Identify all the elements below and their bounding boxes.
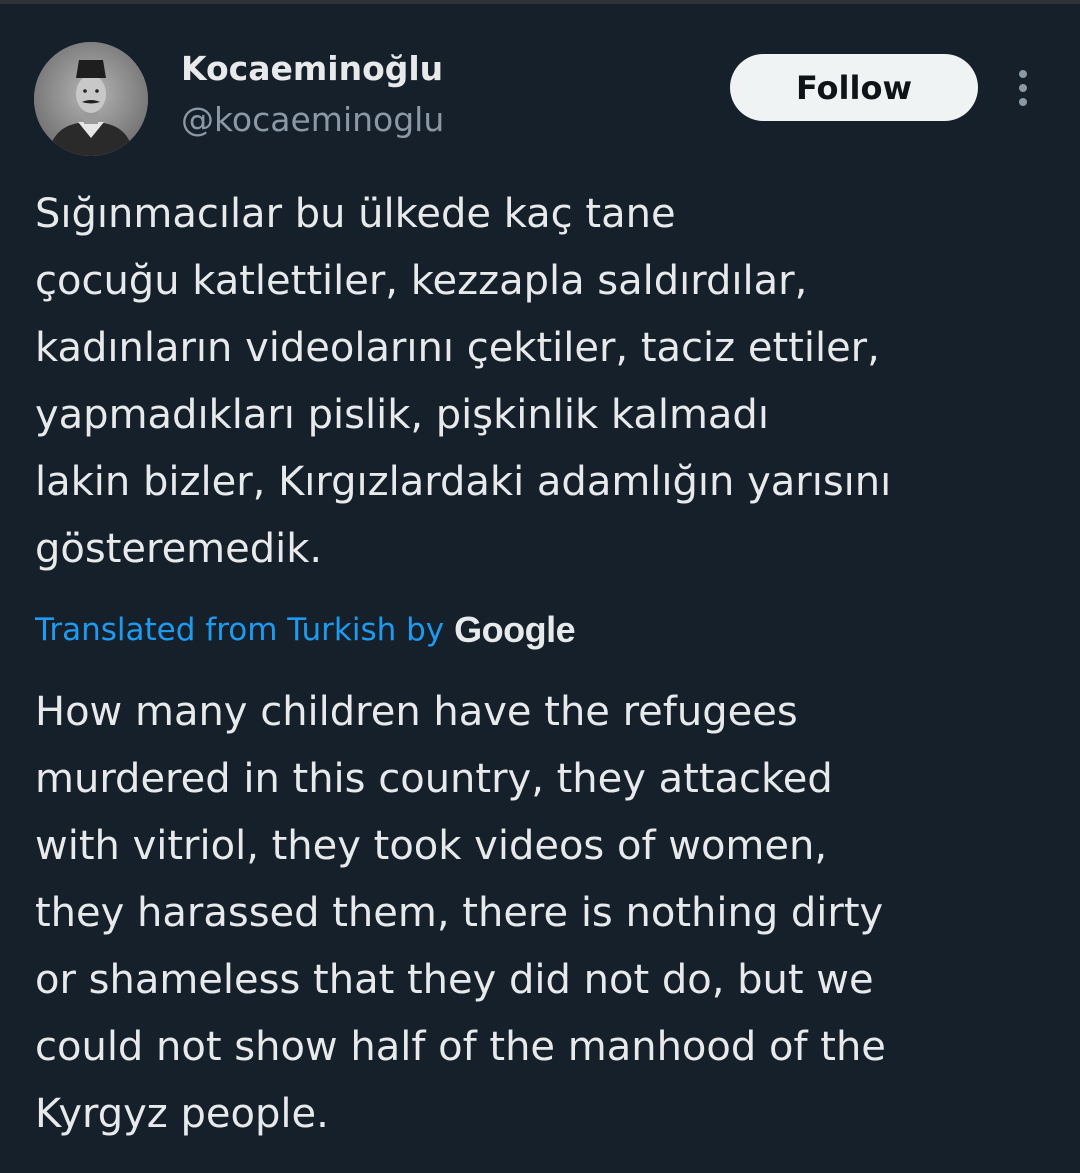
tweet-translated-line: or shameless that they did not do, but w… (35, 957, 874, 1003)
google-logo: Google (454, 609, 576, 650)
tweet-original-line: gösteremedik. (35, 526, 323, 572)
tweet-translated-line: How many children have the refugees (35, 689, 798, 735)
translation-attribution: Translated from Turkish by Google (35, 606, 576, 654)
portrait-avatar-icon (34, 42, 148, 156)
tweet-translated-line: they harassed them, there is nothing dir… (35, 890, 884, 936)
avatar[interactable] (34, 42, 148, 156)
tweet-original-line: kadınların videolarını çektiler, taciz e… (35, 325, 880, 371)
more-options-icon[interactable] (1008, 68, 1038, 108)
tweet-original-line: çocuğu katlettiler, kezzapla saldırdılar… (35, 258, 808, 304)
tweet-translated-line: murdered in this country, they attacked (35, 756, 833, 802)
author-display-name[interactable]: Kocaeminoğlu (181, 49, 443, 88)
tweet-translated-line: Kyrgyz people. (35, 1091, 329, 1137)
tweet-translated-line: with vitriol, they took videos of women, (35, 823, 828, 869)
translation-link[interactable]: Translated from Turkish by (35, 612, 444, 648)
author-handle[interactable]: @kocaeminoglu (181, 100, 444, 139)
tweet-original-line: yapmadıkları pislik, pişkinlik kalmadı (35, 392, 769, 438)
follow-button[interactable]: Follow (730, 54, 978, 121)
tweet-original-line: lakin bizler, Kırgızlardaki adamlığın ya… (35, 459, 892, 505)
tweet-original-text: Sığınmacılar bu ülkede kaç tane çocuğu k… (35, 181, 1045, 583)
tweet-original-line: Sığınmacılar bu ülkede kaç tane (35, 191, 676, 237)
tweet-card: Kocaeminoğlu @kocaeminoglu Follow Sığınm… (0, 0, 1080, 1173)
tweet-translated-text: How many children have the refugees murd… (35, 679, 1045, 1148)
tweet-translated-line: could not show half of the manhood of th… (35, 1024, 886, 1070)
